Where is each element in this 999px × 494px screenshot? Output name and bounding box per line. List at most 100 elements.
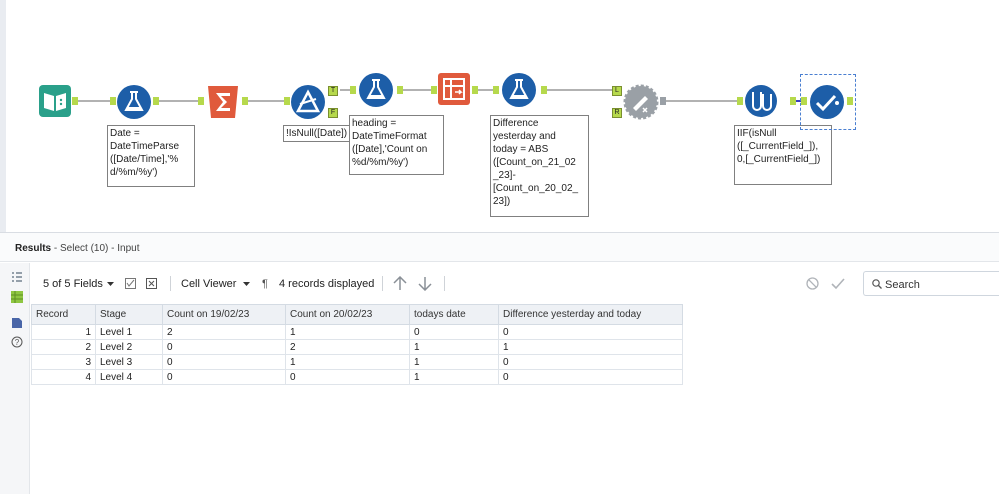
results-table[interactable]: Record Stage Count on 19/02/23 Count on …: [31, 304, 683, 385]
column-header[interactable]: Stage: [95, 304, 163, 325]
summarize-tool-node[interactable]: [205, 84, 241, 120]
table-row[interactable]: 2 Level 2 0 2 1 1: [31, 339, 683, 355]
table-cell[interactable]: Level 1: [95, 324, 163, 340]
table-cell[interactable]: 0: [498, 369, 683, 385]
table-row[interactable]: 4 Level 4 0 0 1 0: [31, 369, 683, 385]
input-anchor[interactable]: [737, 97, 743, 105]
table-cell[interactable]: 1: [409, 339, 499, 355]
join-tool-node[interactable]: [623, 84, 659, 120]
records-count: 4 records displayed: [279, 278, 375, 290]
chevron-down-icon[interactable]: [107, 282, 114, 287]
table-cell[interactable]: 1: [409, 369, 499, 385]
table-cell[interactable]: Level 2: [95, 339, 163, 355]
toolbar-separator: [382, 276, 383, 291]
pilcrow-icon[interactable]: ¶: [262, 278, 268, 290]
multi-flask-icon: [745, 85, 777, 117]
table-cell[interactable]: 2: [285, 339, 410, 355]
output-anchor[interactable]: [847, 97, 853, 105]
toolbar-separator: [444, 276, 445, 291]
multifield-formula-tool-node[interactable]: [744, 84, 778, 118]
table-cell[interactable]: 1: [31, 324, 96, 340]
output-anchor[interactable]: [72, 97, 78, 105]
arrow-up-icon[interactable]: [393, 276, 407, 291]
column-header[interactable]: Count on 20/02/23: [285, 304, 410, 325]
table-row[interactable]: 3 Level 3 0 1 1 0: [31, 354, 683, 370]
table-cell[interactable]: 3: [31, 354, 96, 370]
output-anchor[interactable]: [541, 86, 547, 94]
annotation-filter: !IsNull([Date]): [283, 125, 351, 142]
table-cell[interactable]: 2: [162, 324, 286, 340]
table-cell[interactable]: 0: [162, 339, 286, 355]
left-anchor[interactable]: L: [612, 86, 622, 96]
fields-dropdown[interactable]: 5 of 5 Fields: [43, 278, 103, 290]
checkmark-icon: [810, 85, 844, 119]
output-anchor[interactable]: [397, 86, 403, 94]
list-icon[interactable]: [11, 271, 23, 283]
results-subtitle: - Select (10) - Input: [51, 243, 140, 254]
output-anchor[interactable]: [472, 86, 478, 94]
table-view-icon[interactable]: [11, 291, 23, 303]
output-anchor[interactable]: [660, 97, 666, 105]
table-row[interactable]: 1 Level 1 2 1 0 0: [31, 324, 683, 340]
formula-tool-node[interactable]: [501, 72, 537, 108]
help-icon[interactable]: ?: [11, 336, 23, 348]
crosstab-tool-node[interactable]: [437, 72, 471, 106]
document-icon[interactable]: [11, 317, 23, 329]
search-input[interactable]: Search: [863, 271, 999, 296]
search-icon: [872, 279, 882, 289]
results-toolbar: 5 of 5 Fields Cell Viewer ¶ 4 records di…: [31, 266, 999, 302]
output-anchor[interactable]: [242, 97, 248, 105]
table-cell[interactable]: Level 3: [95, 354, 163, 370]
select-tool-node[interactable]: [809, 84, 845, 120]
input-anchor[interactable]: [198, 97, 204, 105]
input-anchor[interactable]: [801, 97, 807, 105]
apply-check-icon[interactable]: [831, 277, 845, 290]
table-cell[interactable]: Level 4: [95, 369, 163, 385]
checkbox-icon[interactable]: [125, 278, 136, 289]
chevron-down-icon[interactable]: [243, 282, 250, 287]
filter-tool-node[interactable]: [290, 84, 326, 120]
output-anchor[interactable]: [790, 97, 796, 105]
table-cell[interactable]: 0: [498, 324, 683, 340]
table-cell[interactable]: 4: [31, 369, 96, 385]
results-side-toolbar: ?: [0, 263, 30, 494]
column-header[interactable]: Record: [31, 304, 96, 325]
deselect-icon[interactable]: [146, 278, 157, 289]
output-anchor[interactable]: [153, 97, 159, 105]
table-cell[interactable]: 0: [285, 369, 410, 385]
filter-triangle-icon: [291, 85, 325, 119]
table-cell[interactable]: 0: [162, 369, 286, 385]
annotation-date-parse: Date = DateTimeParse ([Date/Time],'% d/%…: [107, 125, 195, 187]
input-anchor[interactable]: [350, 86, 356, 94]
formula-tool-node[interactable]: [116, 84, 152, 120]
arrow-down-icon[interactable]: [418, 276, 432, 291]
column-header[interactable]: todays date: [409, 304, 499, 325]
table-cell[interactable]: 0: [498, 354, 683, 370]
right-anchor[interactable]: R: [612, 108, 622, 118]
column-header[interactable]: Difference yesterday and today: [498, 304, 683, 325]
flask-icon: [359, 73, 393, 107]
toolbar-separator: [170, 276, 171, 291]
flask-icon: [502, 73, 536, 107]
false-anchor[interactable]: F: [328, 108, 338, 118]
book-icon: [39, 85, 71, 117]
column-header[interactable]: Count on 19/02/23: [162, 304, 286, 325]
table-cell[interactable]: 2: [31, 339, 96, 355]
formula-tool-node[interactable]: [358, 72, 394, 108]
gear-icon: [623, 84, 659, 120]
table-cell[interactable]: 1: [285, 324, 410, 340]
sigma-icon: [208, 86, 238, 118]
table-cell[interactable]: 1: [285, 354, 410, 370]
table-cell[interactable]: 0: [409, 324, 499, 340]
workflow-canvas[interactable]: Date = DateTimeParse ([Date/Time],'% d/%…: [0, 0, 999, 232]
annotation-difference: Difference yesterday and today = ABS ([C…: [490, 115, 589, 217]
svg-text:?: ?: [15, 338, 20, 347]
input-anchor[interactable]: [493, 86, 499, 94]
table-cell[interactable]: 1: [498, 339, 683, 355]
table-cell[interactable]: 1: [409, 354, 499, 370]
cancel-icon[interactable]: [806, 277, 819, 290]
input-tool-node[interactable]: [38, 84, 72, 118]
true-anchor[interactable]: T: [328, 86, 338, 96]
table-cell[interactable]: 0: [162, 354, 286, 370]
cell-viewer-dropdown[interactable]: Cell Viewer: [181, 278, 236, 290]
